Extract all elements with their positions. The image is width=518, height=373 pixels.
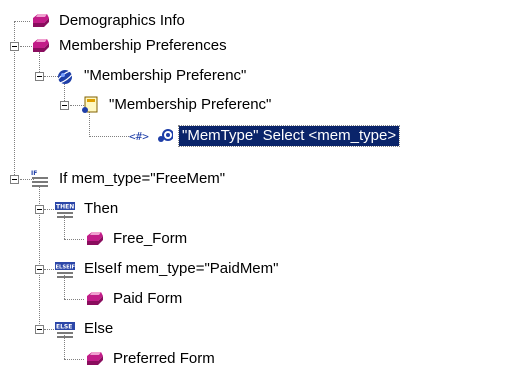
tree-node-label: Preferred Form: [113, 350, 215, 367]
tree-node-membership-preferences[interactable]: Membership Preferences: [30, 35, 230, 57]
tree-node-label: "Membership Preferenc": [109, 96, 272, 113]
tree-node-membership-preferenc-page[interactable]: "Membership Preferenc": [80, 94, 274, 116]
collapse-toggle[interactable]: [35, 265, 44, 274]
if-icon: IF: [30, 169, 50, 189]
tree-node-label: Else: [84, 320, 114, 337]
gem-icon: [84, 229, 104, 249]
collapse-toggle[interactable]: [60, 101, 69, 110]
svg-text:ELSEIF: ELSEIF: [56, 265, 76, 271]
else-icon: ELSE: [55, 319, 75, 339]
tree-connector: [14, 21, 30, 22]
tree-connector: [64, 359, 84, 360]
tree-node-label: "Membership Preferenc": [84, 67, 247, 84]
collapse-toggle[interactable]: [10, 175, 19, 184]
collapse-toggle[interactable]: [35, 205, 44, 214]
page-icon: [80, 95, 100, 115]
tree-node-free-form[interactable]: Free_Form: [84, 228, 190, 250]
svg-text:ELSE: ELSE: [56, 324, 72, 331]
gem-icon: [84, 289, 104, 309]
tree-node-then[interactable]: THEN Then: [55, 198, 121, 220]
tree-node-demographics-info[interactable]: Demographics Info: [30, 10, 188, 32]
tree-node-preferred-form[interactable]: Preferred Form: [84, 348, 218, 370]
tree-node-label: Paid Form: [113, 290, 183, 307]
tree-node-else[interactable]: ELSE Else: [55, 318, 116, 340]
tree-node-if[interactable]: IF If mem_type="FreeMem": [30, 168, 228, 190]
globe-satellite-icon: [55, 66, 75, 86]
elseif-icon: ELSEIF: [55, 259, 76, 279]
tree-node-label: Free_Form: [113, 230, 188, 247]
svg-text:THEN: THEN: [56, 204, 74, 211]
tree-connector: [89, 136, 129, 137]
tree-node-label: If mem_type="FreeMem": [59, 170, 226, 187]
tree-node-elseif[interactable]: ELSEIF ElseIf mem_type="PaidMem": [55, 258, 281, 280]
tree-connector: [64, 239, 84, 240]
collapse-toggle[interactable]: [35, 325, 44, 334]
tree-node-memtype-select[interactable]: <#> "MemType" Select <mem_type>: [129, 125, 401, 147]
tree-view[interactable]: Demographics Info Membership Preferences…: [0, 0, 518, 373]
gem-icon: [30, 11, 50, 31]
collapse-toggle[interactable]: [10, 42, 19, 51]
tree-node-label: ElseIf mem_type="PaidMem": [84, 260, 279, 277]
collapse-toggle[interactable]: [35, 72, 44, 81]
tree-node-paid-form[interactable]: Paid Form: [84, 288, 185, 310]
tree-node-label: "MemType" Select <mem_type>: [177, 125, 401, 147]
svg-text:<#>: <#>: [129, 130, 149, 143]
gem-icon: [30, 36, 50, 56]
tree-node-label: Demographics Info: [59, 12, 185, 29]
variable-icon: <#>: [129, 126, 174, 146]
tree-node-label: Membership Preferences: [59, 37, 227, 54]
gem-icon: [84, 349, 104, 369]
svg-text:IF: IF: [31, 170, 37, 177]
tree-node-membership-preferenc-globe[interactable]: "Membership Preferenc": [55, 65, 249, 87]
tree-connector: [64, 299, 84, 300]
tree-node-label: Then: [84, 200, 119, 217]
then-icon: THEN: [55, 199, 75, 219]
